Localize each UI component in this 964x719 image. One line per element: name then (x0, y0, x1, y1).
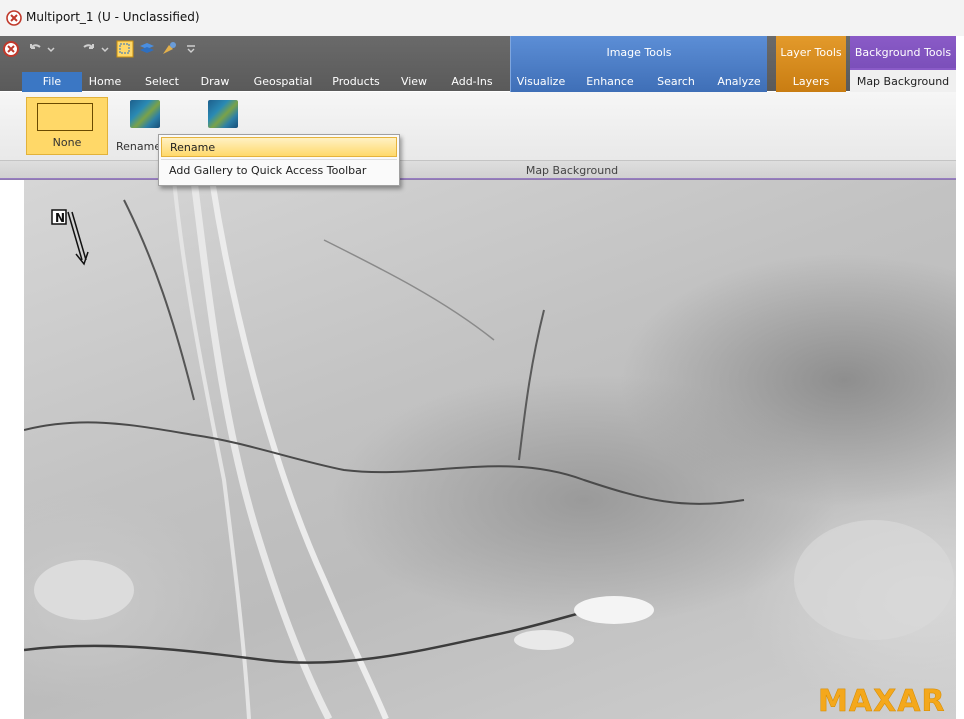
tab-view[interactable]: View (396, 72, 432, 92)
undo-dropdown-icon[interactable] (42, 40, 60, 58)
window-title: Multiport_1 (U - Unclassified) (26, 10, 200, 24)
paint-icon[interactable] (160, 40, 178, 58)
tab-file[interactable]: File (22, 72, 82, 92)
tab-analyze[interactable]: Analyze (712, 72, 766, 92)
tab-enhance[interactable]: Enhance (582, 72, 638, 92)
tab-search[interactable]: Search (650, 72, 702, 92)
gallery-item-renamed-thumbnail[interactable] (130, 100, 160, 128)
ribbon-group-label: Map Background (525, 164, 619, 177)
window-right-margin (956, 36, 964, 719)
tab-select[interactable]: Select (140, 72, 184, 92)
tab-home[interactable]: Home (84, 72, 126, 92)
redo-dropdown-icon[interactable] (96, 40, 114, 58)
customize-qat-icon[interactable] (182, 40, 200, 58)
tab-geospatial[interactable]: Geospatial (250, 72, 316, 92)
tab-visualize[interactable]: Visualize (512, 72, 570, 92)
tab-add-ins[interactable]: Add-Ins (446, 72, 498, 92)
menu-item-rename[interactable]: Rename (161, 137, 397, 157)
quick-access-toolbar (0, 40, 220, 64)
maxar-logo: MAXAR (818, 684, 946, 719)
select-tool-icon[interactable] (116, 40, 134, 58)
gallery-item-none-label: None (52, 136, 82, 149)
svg-text:N: N (55, 211, 65, 225)
terrain-imagery (24, 180, 954, 719)
app-close-icon[interactable] (6, 10, 22, 26)
tab-map-background[interactable]: Map Background (850, 68, 956, 94)
menu-separator (161, 159, 397, 160)
map-left-margin (0, 180, 24, 719)
menu-item-add-gallery-to-qat[interactable]: Add Gallery to Quick Access Toolbar (161, 161, 397, 181)
none-swatch (37, 103, 93, 131)
gallery-context-menu: Rename Add Gallery to Quick Access Toolb… (158, 134, 400, 186)
layers-icon[interactable] (138, 40, 156, 58)
tab-products[interactable]: Products (328, 72, 384, 92)
north-arrow-icon: N (51, 209, 89, 266)
background-tools-label: Background Tools (854, 46, 952, 59)
gallery-item-thumbnail[interactable] (208, 100, 238, 128)
image-tools-label: Image Tools (606, 46, 672, 59)
tab-layers[interactable]: Layers (780, 72, 842, 92)
layer-tools-label: Layer Tools (780, 46, 842, 59)
gallery-item-none[interactable]: None (26, 97, 108, 155)
app-menu-icon[interactable] (2, 40, 20, 58)
map-view[interactable]: N (24, 180, 956, 719)
tab-draw[interactable]: Draw (194, 72, 236, 92)
